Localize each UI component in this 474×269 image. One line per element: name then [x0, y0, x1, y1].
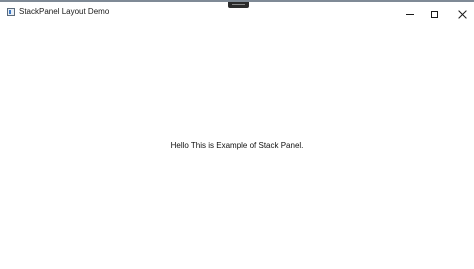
window-title: StackPanel Layout Demo — [19, 7, 110, 16]
stack-panel-content: Hello This is Example of Stack Panel. — [0, 23, 474, 269]
close-button[interactable] — [448, 6, 474, 22]
close-icon — [458, 10, 467, 19]
app-window-icon — [7, 8, 15, 16]
app-window: StackPanel Layout Demo Hello This is Exa… — [0, 0, 474, 269]
stack-panel-message: Hello This is Example of Stack Panel. — [170, 141, 304, 150]
maximize-button[interactable] — [420, 6, 448, 22]
minimize-icon — [406, 13, 414, 15]
title-bar[interactable]: StackPanel Layout Demo — [0, 4, 474, 23]
maximize-icon — [430, 10, 438, 18]
